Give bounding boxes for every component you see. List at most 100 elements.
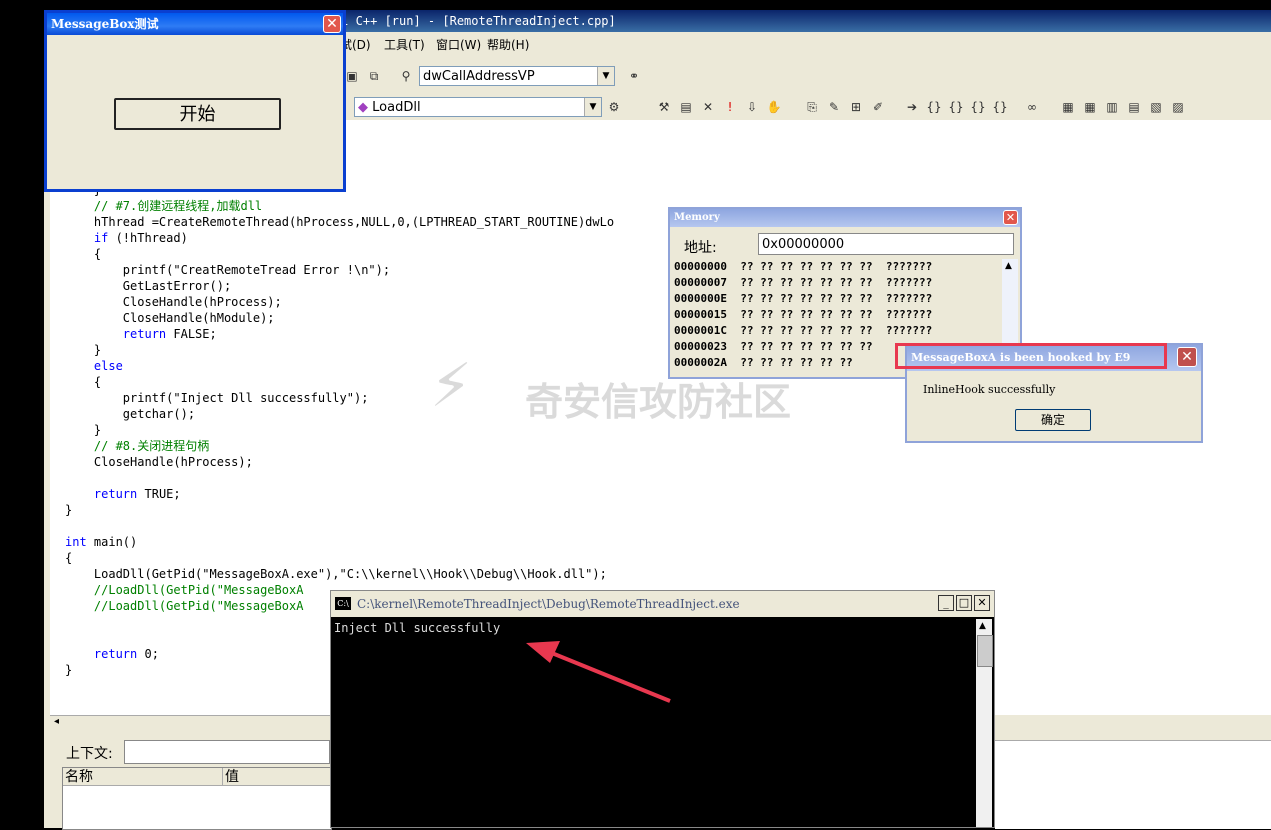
memory-row: 00000015 ?? ?? ?? ?? ?? ?? ?? ???????: [674, 308, 933, 321]
function-combo[interactable]: dwCallAddressVP ▼: [419, 66, 615, 86]
step-over-icon[interactable]: {}: [948, 99, 964, 115]
code-line: // #8.关闭进程句柄: [65, 439, 210, 453]
memory-row: 0000001C ?? ?? ?? ?? ?? ?? ?? ???????: [674, 324, 933, 337]
context-label: 上下文:: [66, 746, 113, 762]
start-button[interactable]: 开始: [114, 98, 281, 130]
run-to-cursor-icon[interactable]: {}: [992, 99, 1008, 115]
show-next-icon[interactable]: ➔: [904, 99, 920, 115]
annotation-arrow: [526, 641, 671, 703]
memory-row: 0000002A ?? ?? ?? ?? ?? ??: [674, 356, 853, 369]
variables-icon[interactable]: ▦: [1082, 99, 1098, 115]
hooked-message: InlineHook successfully: [923, 383, 1056, 396]
output-pane: [995, 740, 1271, 829]
hooked-messagebox: MessageBoxA is been hooked by E9 ✕ Inlin…: [895, 343, 1203, 443]
code-line: // #7.创建远程线程,加载dll: [65, 199, 263, 213]
close-icon[interactable]: ✕: [323, 15, 341, 33]
maximize-icon[interactable]: □: [956, 595, 972, 611]
menu-window[interactable]: 窗口(W): [436, 34, 481, 56]
address-value: 0x00000000: [762, 237, 845, 252]
console-title: C:\kernel\RemoteThreadInject\Debug\Remot…: [357, 597, 740, 611]
window-icon[interactable]: ▣: [344, 68, 360, 84]
minimize-icon[interactable]: _: [938, 595, 954, 611]
keyword: return: [93, 647, 138, 661]
code-line: hThread =CreateRemoteThread(hProcess,NUL…: [65, 215, 615, 229]
windows-icon[interactable]: ⧉: [366, 68, 382, 84]
code-line: {: [65, 247, 102, 261]
close-icon[interactable]: ✕: [1003, 210, 1018, 225]
stop-debug-icon[interactable]: ✎: [826, 99, 842, 115]
highlight-box: [895, 343, 1167, 369]
code-line: return TRUE;: [93, 487, 181, 501]
memory-row: 00000023 ?? ?? ?? ?? ?? ?? ??: [674, 340, 873, 353]
go-icon[interactable]: ⇩: [744, 99, 760, 115]
code-line: CloseHandle(hProcess);: [65, 455, 253, 469]
build-icon[interactable]: ▤: [678, 99, 694, 115]
code-line: CloseHandle(hProcess);: [65, 295, 282, 309]
console-titlebar: C:\ C:\kernel\RemoteThreadInject\Debug\R…: [331, 591, 994, 617]
messagebox-test-title: MessageBox测试: [51, 17, 159, 31]
memory-row: 0000000E ?? ?? ?? ?? ?? ?? ?? ???????: [674, 292, 933, 305]
keyword: if: [93, 231, 109, 245]
keyword: return: [122, 327, 167, 341]
horizontal-scrollbar[interactable]: ◂: [50, 715, 330, 732]
code-line: LoadDll(GetPid("MessageBoxA.exe"),"C:\\k…: [65, 567, 607, 581]
close-icon[interactable]: ✕: [974, 595, 990, 611]
scroll-left-icon[interactable]: ◂: [54, 716, 59, 727]
wizard-icon[interactable]: ⚙: [606, 99, 622, 115]
member-icon: ◆: [358, 100, 368, 115]
variables-list[interactable]: 名称 值: [62, 767, 332, 830]
column-name[interactable]: 名称: [63, 768, 223, 786]
menu-help[interactable]: 帮助(H): [487, 34, 529, 56]
callstack-icon[interactable]: ▧: [1148, 99, 1164, 115]
find-icon[interactable]: ⚲: [398, 68, 414, 84]
hand-icon[interactable]: ✋: [766, 99, 782, 115]
close-icon[interactable]: ✕: [1177, 347, 1197, 367]
scroll-up-icon[interactable]: ▲: [979, 621, 986, 631]
code-line: int main(): [65, 535, 138, 549]
context-combo[interactable]: [124, 740, 330, 764]
code-line: GetLastError();: [65, 279, 232, 293]
scroll-up-icon[interactable]: ▲: [1005, 261, 1012, 271]
hooked-titlebar: MessageBoxA is been hooked by E9: [895, 343, 1201, 371]
code-line: CloseHandle(hModule);: [65, 311, 275, 325]
restart-icon[interactable]: ⎘: [804, 99, 820, 115]
arrow-head: [526, 641, 560, 663]
watermark-text: 奇安信攻防社区: [525, 380, 792, 424]
address-label: 地址:: [684, 240, 717, 256]
memory-icon[interactable]: ▤: [1126, 99, 1142, 115]
code-line: {: [65, 551, 73, 565]
function-combo-value: dwCallAddressVP: [423, 69, 535, 84]
compile-icon[interactable]: ⚒: [656, 99, 672, 115]
watch-icon[interactable]: ▦: [1060, 99, 1076, 115]
member-combo[interactable]: ◆ LoadDll ▼: [354, 97, 602, 117]
registers-icon[interactable]: ▥: [1104, 99, 1120, 115]
member-combo-value: LoadDll: [372, 100, 421, 115]
variables-panel: 上下文: 名称 值: [44, 735, 332, 830]
console-scrollbar[interactable]: ▲: [976, 619, 993, 827]
break-icon[interactable]: ⊞: [848, 99, 864, 115]
step-out-icon[interactable]: {}: [970, 99, 986, 115]
chevron-down-icon[interactable]: ▼: [597, 67, 614, 85]
menu-tools[interactable]: 工具(T): [384, 34, 425, 56]
bolt-logo-icon: ⚡: [430, 351, 473, 421]
ide-title-text: al C++ [run] - [RemoteThreadInject.cpp]: [334, 14, 616, 28]
column-value[interactable]: 值: [223, 768, 331, 786]
step-into-icon[interactable]: {}: [926, 99, 942, 115]
memory-row: 00000007 ?? ?? ?? ?? ?? ?? ?? ???????: [674, 276, 933, 289]
keyword: int: [65, 535, 87, 549]
binoculars-icon[interactable]: ⚭: [626, 68, 642, 84]
memory-title: Memory: [674, 212, 720, 223]
scroll-thumb[interactable]: [977, 635, 993, 667]
chevron-down-icon[interactable]: ▼: [584, 98, 601, 116]
code-line: if (!hThread): [93, 231, 188, 245]
disassembly-icon[interactable]: ▨: [1170, 99, 1186, 115]
quickwatch-icon[interactable]: ∞: [1024, 99, 1040, 115]
execute-icon[interactable]: !: [722, 99, 738, 115]
apply-icon[interactable]: ✐: [870, 99, 886, 115]
ok-button[interactable]: 确定: [1015, 409, 1091, 431]
console-app-icon: C:\: [335, 597, 351, 610]
stop-build-icon[interactable]: ✕: [700, 99, 716, 115]
address-input[interactable]: 0x00000000: [758, 233, 1014, 255]
